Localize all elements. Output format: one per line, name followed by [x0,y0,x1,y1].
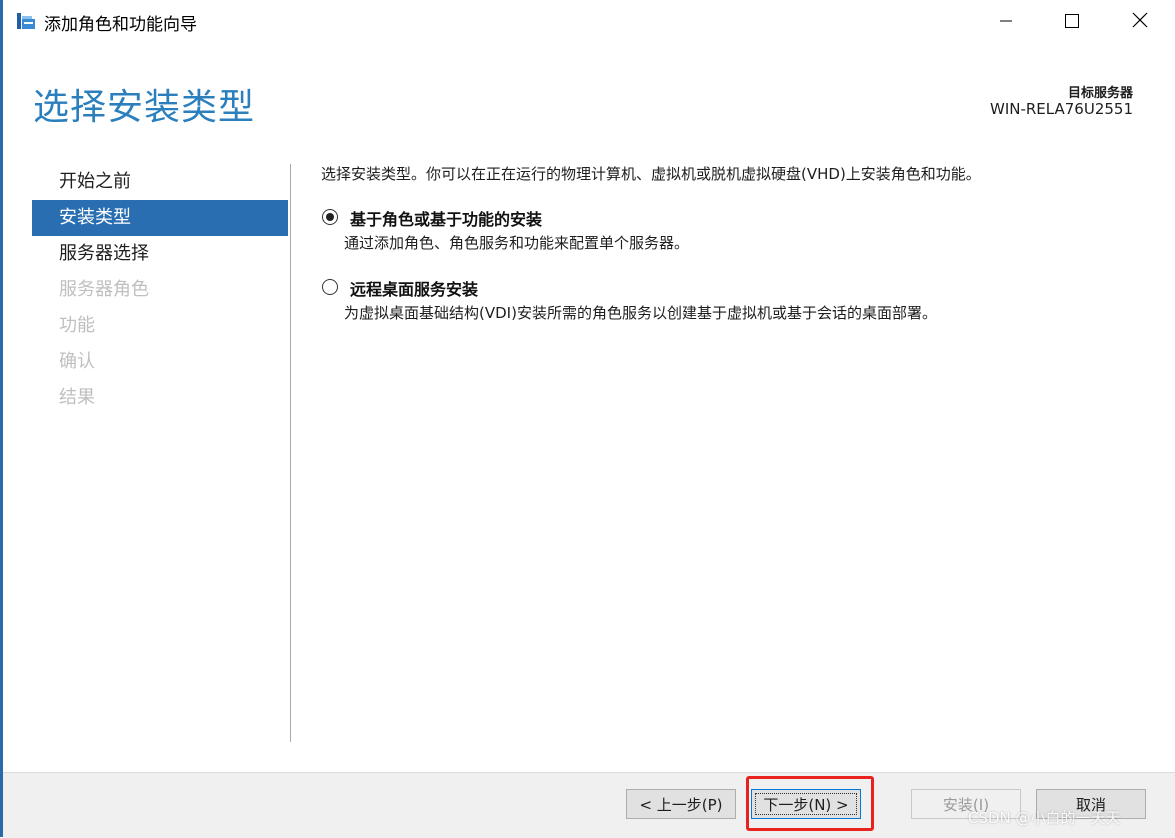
title-bar: 添加角色和功能向导 [3,0,1175,44]
target-server-label: 目标服务器 [1067,86,1133,101]
maximize-icon [1065,13,1079,32]
close-button[interactable] [1117,0,1163,44]
nav-item-server-roles: 服务器角色 [59,279,149,300]
watermark: CSDN @小白的一天天 [968,809,1121,827]
page-title: 选择安装类型 [33,87,256,128]
nav-item-confirmation: 确认 [59,351,95,372]
radio-role-based[interactable] [322,209,338,225]
annotation-highlight-box [746,776,874,831]
nav-item-server-selection[interactable]: 服务器选择 [32,236,288,272]
option-title[interactable]: 远程桌面服务安装 [350,276,478,300]
nav-item-features: 功能 [59,315,95,336]
wizard-nav: 开始之前 安装类型 服务器选择 服务器角色 功能 确认 结果 [32,164,288,416]
minimize-button[interactable] [983,0,1029,44]
previous-button[interactable]: < 上一步(P) [626,789,736,819]
window-title: 添加角色和功能向导 [44,15,197,35]
minimize-icon [999,13,1013,32]
radio-remote-desktop[interactable] [322,279,338,295]
maximize-button[interactable] [1049,0,1095,44]
option-description: 为虚拟桌面基础结构(VDI)安装所需的角色服务以创建基于虚拟机或基于会话的桌面部… [344,304,937,322]
target-server-name: WIN-RELA76U2551 [990,100,1133,118]
option-description: 通过添加角色、角色服务和功能来配置单个服务器。 [344,234,690,252]
nav-item-before-you-begin[interactable]: 开始之前 [32,164,288,200]
nav-item-results: 结果 [59,387,95,408]
close-icon [1132,12,1148,32]
intro-text: 选择安装类型。你可以在正在运行的物理计算机、虚拟机或脱机虚拟硬盘(VHD)上安装… [321,165,981,183]
option-title[interactable]: 基于角色或基于功能的安装 [350,206,542,230]
server-manager-icon [16,11,36,31]
window-left-edge [0,0,3,837]
nav-divider [290,164,291,742]
nav-item-installation-type[interactable]: 安装类型 [32,200,288,236]
